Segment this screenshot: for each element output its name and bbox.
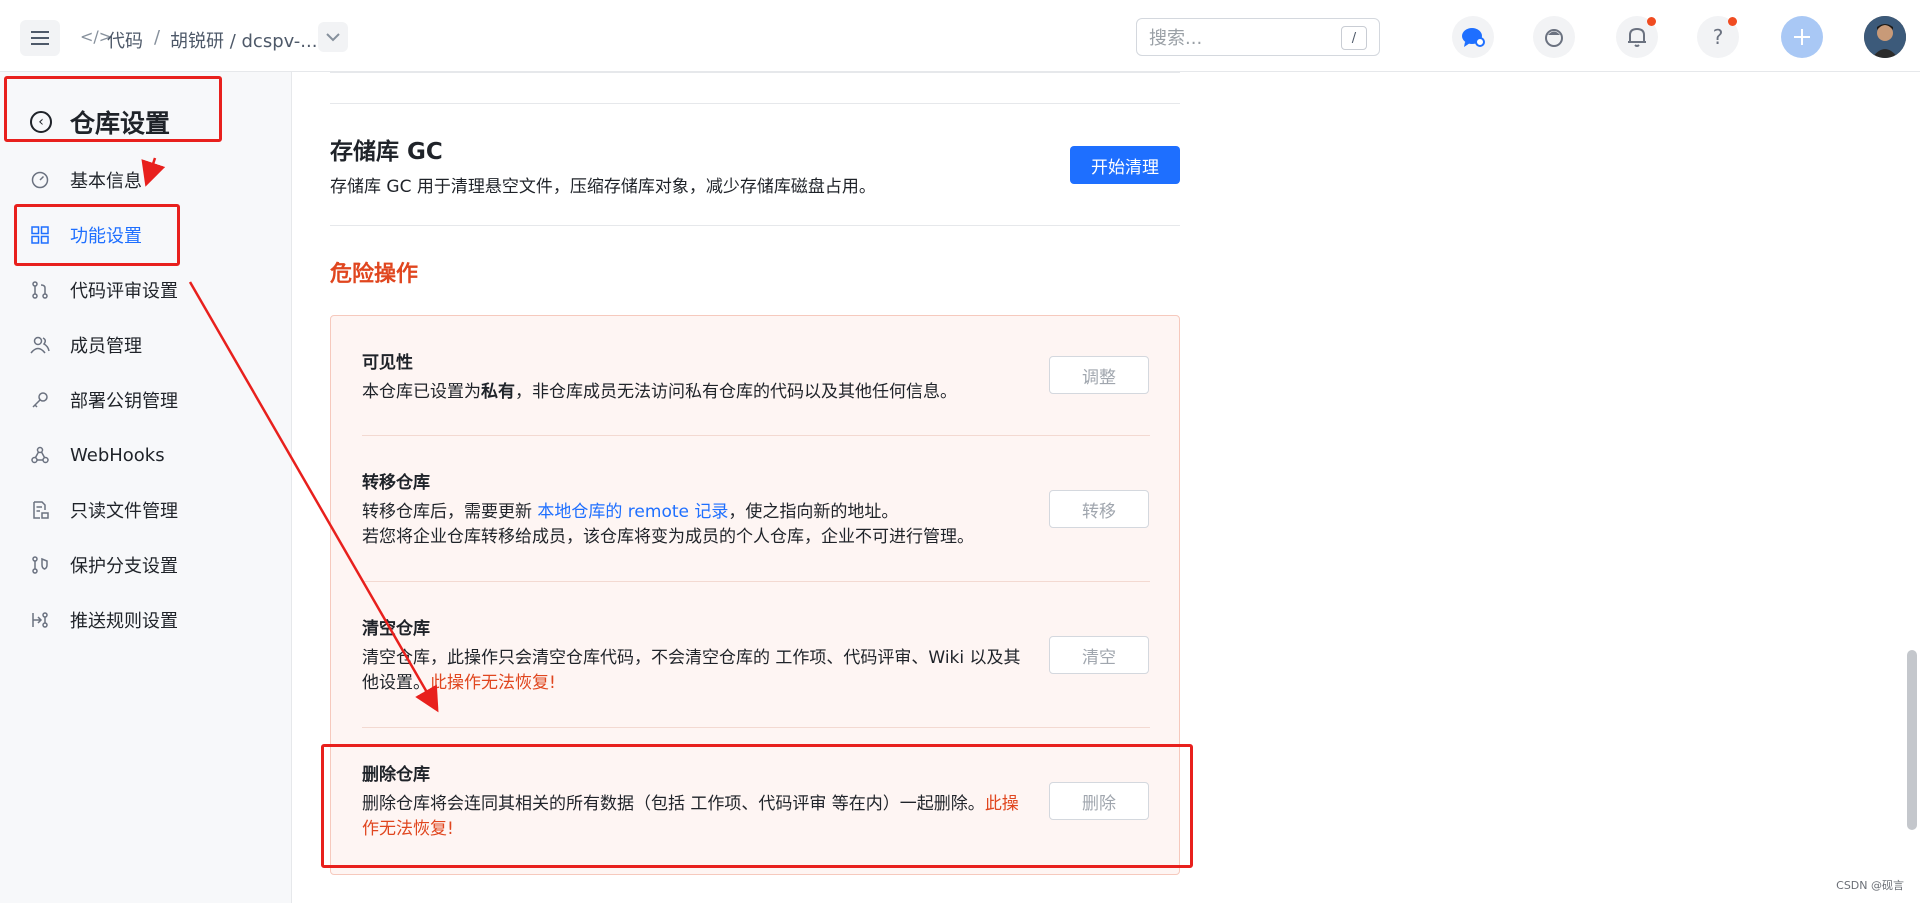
bell-icon[interactable] <box>1616 16 1658 58</box>
chevron-down-icon[interactable] <box>318 22 348 52</box>
scrollbar-thumb[interactable] <box>1907 650 1917 830</box>
sidebar-item-label: 只读文件管理 <box>70 501 178 522</box>
sidebar-item-webhooks[interactable]: WebHooks <box>30 440 165 470</box>
sidebar-item-label: WebHooks <box>70 444 165 466</box>
merge-icon <box>30 280 50 300</box>
divider <box>330 103 1180 104</box>
clear-description: 清空仓库，此操作只会清空仓库代码，不会清空仓库的 工作项、代码评审、Wiki 以… <box>362 648 1021 693</box>
start-gc-button[interactable]: 开始清理 <box>1070 146 1180 184</box>
webhook-icon <box>30 445 50 465</box>
user-avatar[interactable] <box>1864 16 1906 58</box>
sidebar-item-readonly-files[interactable]: 只读文件管理 <box>30 495 178 525</box>
search-input[interactable] <box>1147 25 1331 51</box>
gc-section-title: 存储库 GC <box>330 139 443 165</box>
key-icon <box>30 390 50 410</box>
transfer-button[interactable]: 转移 <box>1049 490 1149 528</box>
gc-section-description: 存储库 GC 用于清理悬空文件，压缩存储库对象，减少存储库磁盘占用。 <box>330 177 876 197</box>
help-icon[interactable]: ? <box>1697 16 1739 58</box>
gauge-icon <box>30 170 50 190</box>
visibility-description: 本仓库已设置为私有，非仓库成员无法访问私有仓库的代码以及其他任何信息。 <box>362 382 957 402</box>
annotation-box-title <box>4 76 222 142</box>
notification-dot <box>1728 17 1737 26</box>
divider <box>330 72 1180 73</box>
clear-button[interactable]: 清空 <box>1049 636 1149 674</box>
visibility-title: 可见性 <box>362 353 413 373</box>
sidebar-item-basic-info[interactable]: 基本信息 <box>30 165 142 195</box>
sidebar-item-protected-branches[interactable]: 保护分支设置 <box>30 550 178 580</box>
breadcrumb-separator: / <box>154 27 161 48</box>
top-bar: </> 代码 / 胡锐研 / dcspv-... / ? <box>0 0 1920 72</box>
divider <box>362 581 1150 582</box>
sidebar-item-label: 推送规则设置 <box>70 611 178 632</box>
transfer-title: 转移仓库 <box>362 473 430 493</box>
chat-icon[interactable] <box>1452 16 1494 58</box>
avatar-mascot-icon[interactable] <box>1533 16 1575 58</box>
divider <box>362 727 1150 728</box>
divider <box>330 225 1180 226</box>
users-icon <box>30 335 50 355</box>
search-shortcut-key: / <box>1341 26 1367 50</box>
annotation-box-features <box>14 204 180 266</box>
divider <box>362 435 1150 436</box>
clear-title: 清空仓库 <box>362 619 430 639</box>
sidebar-item-label: 保护分支设置 <box>70 556 178 577</box>
sidebar-item-members[interactable]: 成员管理 <box>30 330 142 360</box>
push-rule-icon <box>30 610 50 630</box>
adjust-visibility-button[interactable]: 调整 <box>1049 356 1149 394</box>
breadcrumb-code[interactable]: 代码 <box>107 27 143 53</box>
plus-icon[interactable] <box>1781 16 1823 58</box>
menu-icon[interactable] <box>20 20 60 56</box>
sidebar-item-push-rules[interactable]: 推送规则设置 <box>30 605 178 635</box>
settings-sidebar: ‹ 仓库设置 基本信息 功能设置 代码评审设置 成员管理 部署公钥管理 WebH… <box>0 72 292 903</box>
danger-zone-title: 危险操作 <box>330 262 419 287</box>
credit-text: CSDN @砚言 <box>1836 879 1904 892</box>
sidebar-item-label: 基本信息 <box>70 171 142 192</box>
sidebar-item-code-review[interactable]: 代码评审设置 <box>30 275 178 305</box>
breadcrumb-repo[interactable]: 胡锐研 / dcspv-... <box>170 27 317 53</box>
sidebar-item-deploy-keys[interactable]: 部署公钥管理 <box>30 385 178 415</box>
sidebar-item-label: 代码评审设置 <box>70 281 178 302</box>
branch-icon <box>30 555 50 575</box>
sidebar-item-label: 成员管理 <box>70 336 142 357</box>
transfer-description: 转移仓库后，需要更新 本地仓库的 remote 记录，使之指向新的地址。 若您将企… <box>362 502 974 547</box>
file-lock-icon <box>30 500 50 520</box>
annotation-box-delete <box>321 744 1193 868</box>
notification-dot <box>1647 17 1656 26</box>
remote-record-link[interactable]: 本地仓库的 remote 记录 <box>537 502 728 522</box>
sidebar-item-label: 部署公钥管理 <box>70 391 178 412</box>
search-box: / <box>1136 18 1380 56</box>
